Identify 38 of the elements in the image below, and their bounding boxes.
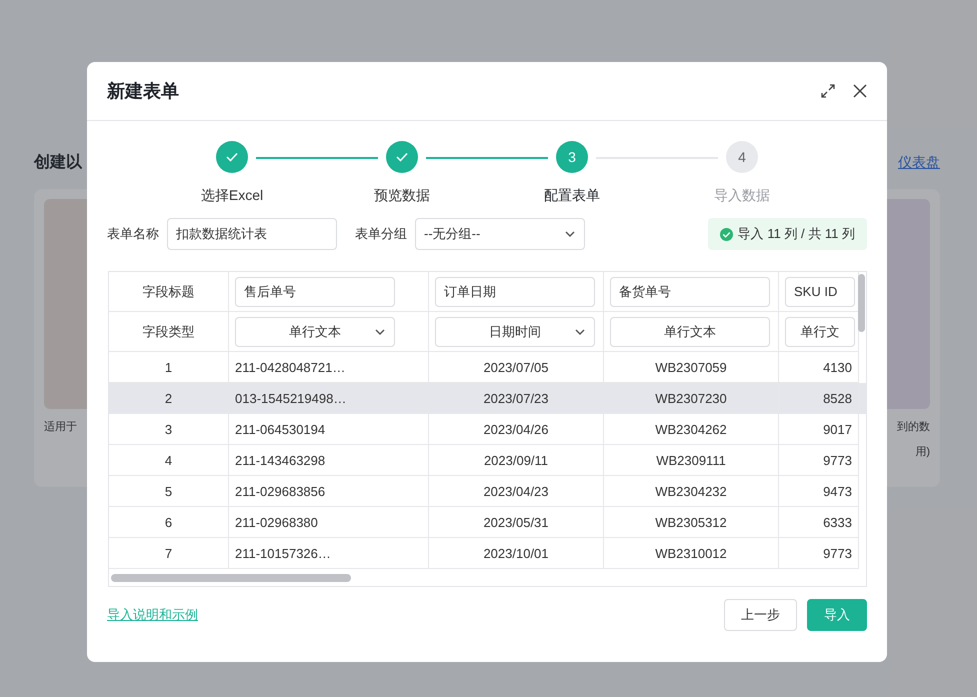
vertical-scrollbar[interactable]	[858, 274, 865, 332]
field-title-input[interactable]: 售后单号	[235, 276, 395, 306]
card-description: 用)	[915, 445, 930, 459]
step-label: 导入数据	[714, 187, 770, 205]
row-number: 7	[109, 538, 229, 569]
expand-icon[interactable]	[821, 84, 835, 98]
table-cell: WB2310012	[604, 538, 779, 569]
field-type-select[interactable]: 单行文本	[610, 316, 770, 346]
field-title-input[interactable]: 备货单号	[610, 276, 770, 306]
step-label: 选择Excel	[200, 187, 264, 205]
horizontal-scrollbar[interactable]	[111, 574, 351, 582]
field-type-select[interactable]: 日期时间	[435, 316, 595, 346]
page-heading: 创建以	[34, 152, 82, 173]
card-description: 适用于	[44, 420, 77, 434]
table-row[interactable]: 2 013-1545219498… 2023/07/23 WB2307230 8528	[109, 383, 866, 414]
field-type-select[interactable]: 单行文	[785, 316, 855, 346]
table-cell: 9773	[779, 538, 859, 569]
form-group-label: 表单分组	[355, 225, 407, 243]
form-group-select[interactable]: --无分组--	[415, 218, 585, 250]
check-icon	[396, 152, 408, 162]
form-name-field[interactable]: 扣款数据统计表	[167, 218, 337, 250]
form-name-label: 表单名称	[107, 225, 159, 243]
step-indicator: 3	[556, 141, 588, 173]
check-circle-icon	[720, 228, 733, 240]
field-title-input[interactable]: SKU ID	[785, 276, 855, 306]
card-description: 到的数	[897, 420, 930, 434]
dialog-title: 新建表单	[107, 80, 179, 103]
step-indicator: 4	[726, 141, 758, 173]
step-label: 预览数据	[374, 187, 430, 205]
import-status-text: 导入 11 列 / 共 11 列	[738, 225, 855, 243]
check-icon	[226, 152, 238, 162]
table-cell: 2023/10/01	[429, 538, 604, 569]
step-label: 配置表单	[544, 187, 600, 205]
close-icon[interactable]	[853, 84, 867, 98]
field-title-input[interactable]: 订单日期	[435, 276, 595, 306]
field-type-select[interactable]: 单行文本	[235, 316, 395, 346]
back-button[interactable]: 上一步	[724, 599, 797, 631]
table-cell: 211-10157326…	[229, 538, 429, 569]
